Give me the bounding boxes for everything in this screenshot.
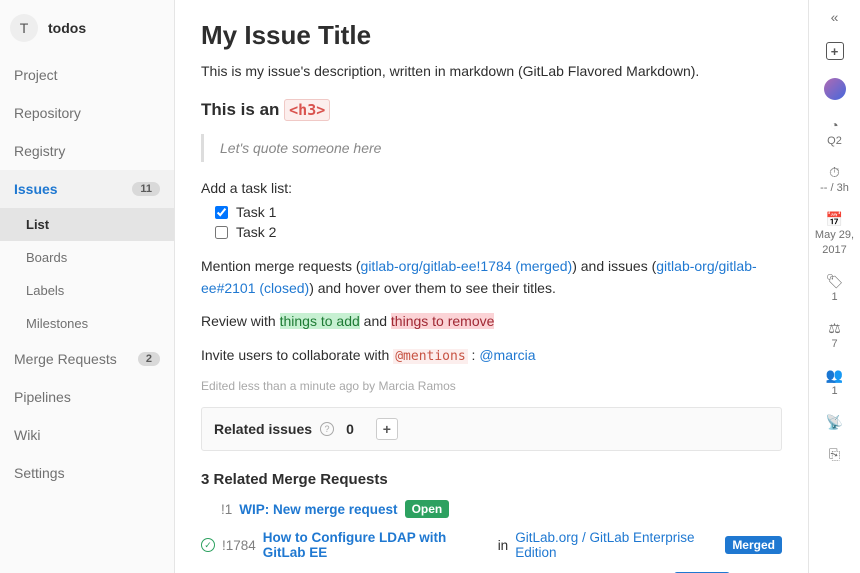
project-avatar: T — [10, 14, 38, 42]
invite-paragraph: Invite users to collaborate with @mentio… — [201, 345, 782, 367]
blockquote: Let's quote someone here — [201, 134, 782, 162]
mr-project-link[interactable]: GitLab.org / GitLab Enterprise Edition — [515, 530, 718, 560]
people-icon: 👥 — [826, 368, 843, 382]
sidebar-sub-milestones[interactable]: Milestones — [0, 307, 174, 340]
related-issues-label: Related issues — [214, 421, 312, 437]
mr-title-link[interactable]: How to Configure LDAP with GitLab EE — [263, 530, 491, 560]
left-sidebar: T todos Project Repository Registry Issu… — [0, 0, 175, 573]
mention-paragraph: Mention merge requests (gitlab-org/gitla… — [201, 256, 782, 299]
task-checkbox-2[interactable] — [215, 226, 228, 239]
task-item-2: Task 2 — [215, 224, 782, 240]
project-name: todos — [48, 20, 86, 36]
mr-item-1[interactable]: !1 WIP: New merge request Open — [221, 500, 782, 518]
date-line2: 2017 — [822, 244, 846, 256]
clock-icon: ◔ — [830, 118, 838, 132]
copy-icon: ⎘ — [829, 447, 840, 461]
ins-text: things to add — [280, 313, 360, 329]
notifications[interactable]: 📡 — [826, 415, 843, 429]
avatar — [824, 78, 846, 100]
main-content: My Issue Title This is my issue's descri… — [175, 0, 808, 573]
mr-status-merged: Merged — [725, 536, 782, 554]
participants[interactable]: 👥 1 — [826, 368, 843, 397]
issues-count-badge: 11 — [132, 182, 160, 196]
weight-value: 7 — [831, 338, 837, 350]
related-mr-title: 3 Related Merge Requests — [201, 471, 782, 488]
scale-icon: ⚖ — [828, 321, 841, 335]
rss-icon: 📡 — [826, 415, 843, 429]
mr-title-link[interactable]: WIP: New merge request — [239, 502, 397, 517]
review-paragraph: Review with things to add and things to … — [201, 311, 782, 333]
related-issues-count: 0 — [346, 421, 354, 437]
add-related-issue-button[interactable]: + — [376, 418, 398, 440]
milestone[interactable]: ◔ Q2 — [827, 118, 842, 147]
right-sidebar: « + ◔ Q2 ⏱ -- / 3h 📅 May 29, 2017 🏷 1 ⚖ … — [808, 0, 860, 573]
time-label: -- / 3h — [820, 182, 849, 194]
collapse-button[interactable]: « — [831, 10, 839, 24]
sidebar-item-issues[interactable]: Issues 11 — [0, 170, 174, 208]
related-issues-panel: Related issues ? 0 + — [201, 407, 782, 451]
due-date[interactable]: 📅 May 29, 2017 — [815, 212, 854, 256]
assignee[interactable] — [824, 78, 846, 100]
sidebar-sub-list[interactable]: List — [0, 208, 174, 241]
help-icon[interactable]: ? — [320, 422, 334, 436]
task-list: Task 1 Task 2 — [201, 204, 782, 240]
labels[interactable]: 🏷 1 — [826, 274, 844, 303]
milestone-label: Q2 — [827, 135, 842, 147]
calendar-icon: 📅 — [826, 212, 843, 226]
plus-icon: + — [826, 42, 844, 60]
mr-link[interactable]: gitlab-org/gitlab-ee!1784 (merged) — [361, 258, 573, 274]
task-item-1: Task 1 — [215, 204, 782, 220]
issue-description: This is my issue's description, written … — [201, 61, 782, 82]
mr-status-open: Open — [405, 500, 450, 518]
mr-item-2[interactable]: ✓ !1784 How to Configure LDAP with GitLa… — [201, 530, 782, 560]
sidebar-sub-boards[interactable]: Boards — [0, 241, 174, 274]
stopwatch-icon: ⏱ — [829, 165, 840, 179]
issue-title: My Issue Title — [201, 20, 782, 51]
labels-count: 1 — [831, 291, 837, 303]
sidebar-item-wiki[interactable]: Wiki — [0, 416, 174, 454]
reference[interactable]: ⎘ — [829, 447, 840, 461]
issue-h3: This is an <h3> — [201, 100, 782, 120]
user-mention[interactable]: @marcia — [479, 347, 535, 363]
mention-code: @mentions — [393, 349, 467, 364]
date-line1: May 29, — [815, 229, 854, 241]
task-label-1: Task 1 — [236, 204, 276, 220]
task-checkbox-1[interactable] — [215, 206, 228, 219]
add-todo-button[interactable]: + — [826, 42, 844, 60]
sidebar-item-pipelines[interactable]: Pipelines — [0, 378, 174, 416]
sidebar-sub-labels[interactable]: Labels — [0, 274, 174, 307]
weight[interactable]: ⚖ 7 — [828, 321, 841, 350]
sidebar-nav: Project Repository Registry Issues 11 Li… — [0, 56, 174, 492]
task-label-2: Task 2 — [236, 224, 276, 240]
project-header[interactable]: T todos — [0, 0, 174, 56]
edited-note: Edited less than a minute ago by Marcia … — [201, 379, 782, 393]
tag-icon: 🏷 — [826, 274, 844, 288]
sidebar-item-repository[interactable]: Repository — [0, 94, 174, 132]
del-text: things to remove — [391, 313, 495, 329]
mr-ref: !1 — [221, 502, 232, 517]
chevron-left-icon: « — [831, 10, 839, 24]
sidebar-item-merge-requests[interactable]: Merge Requests 2 — [0, 340, 174, 378]
time-tracking[interactable]: ⏱ -- / 3h — [820, 165, 849, 194]
mr-count-badge: 2 — [138, 352, 160, 366]
sidebar-item-settings[interactable]: Settings — [0, 454, 174, 492]
participants-count: 1 — [831, 385, 837, 397]
sidebar-item-project[interactable]: Project — [0, 56, 174, 94]
code-tag: <h3> — [284, 99, 330, 121]
check-icon: ✓ — [201, 538, 215, 552]
sidebar-item-registry[interactable]: Registry — [0, 132, 174, 170]
task-intro: Add a task list: — [201, 180, 782, 196]
mr-ref: !1784 — [222, 538, 256, 553]
